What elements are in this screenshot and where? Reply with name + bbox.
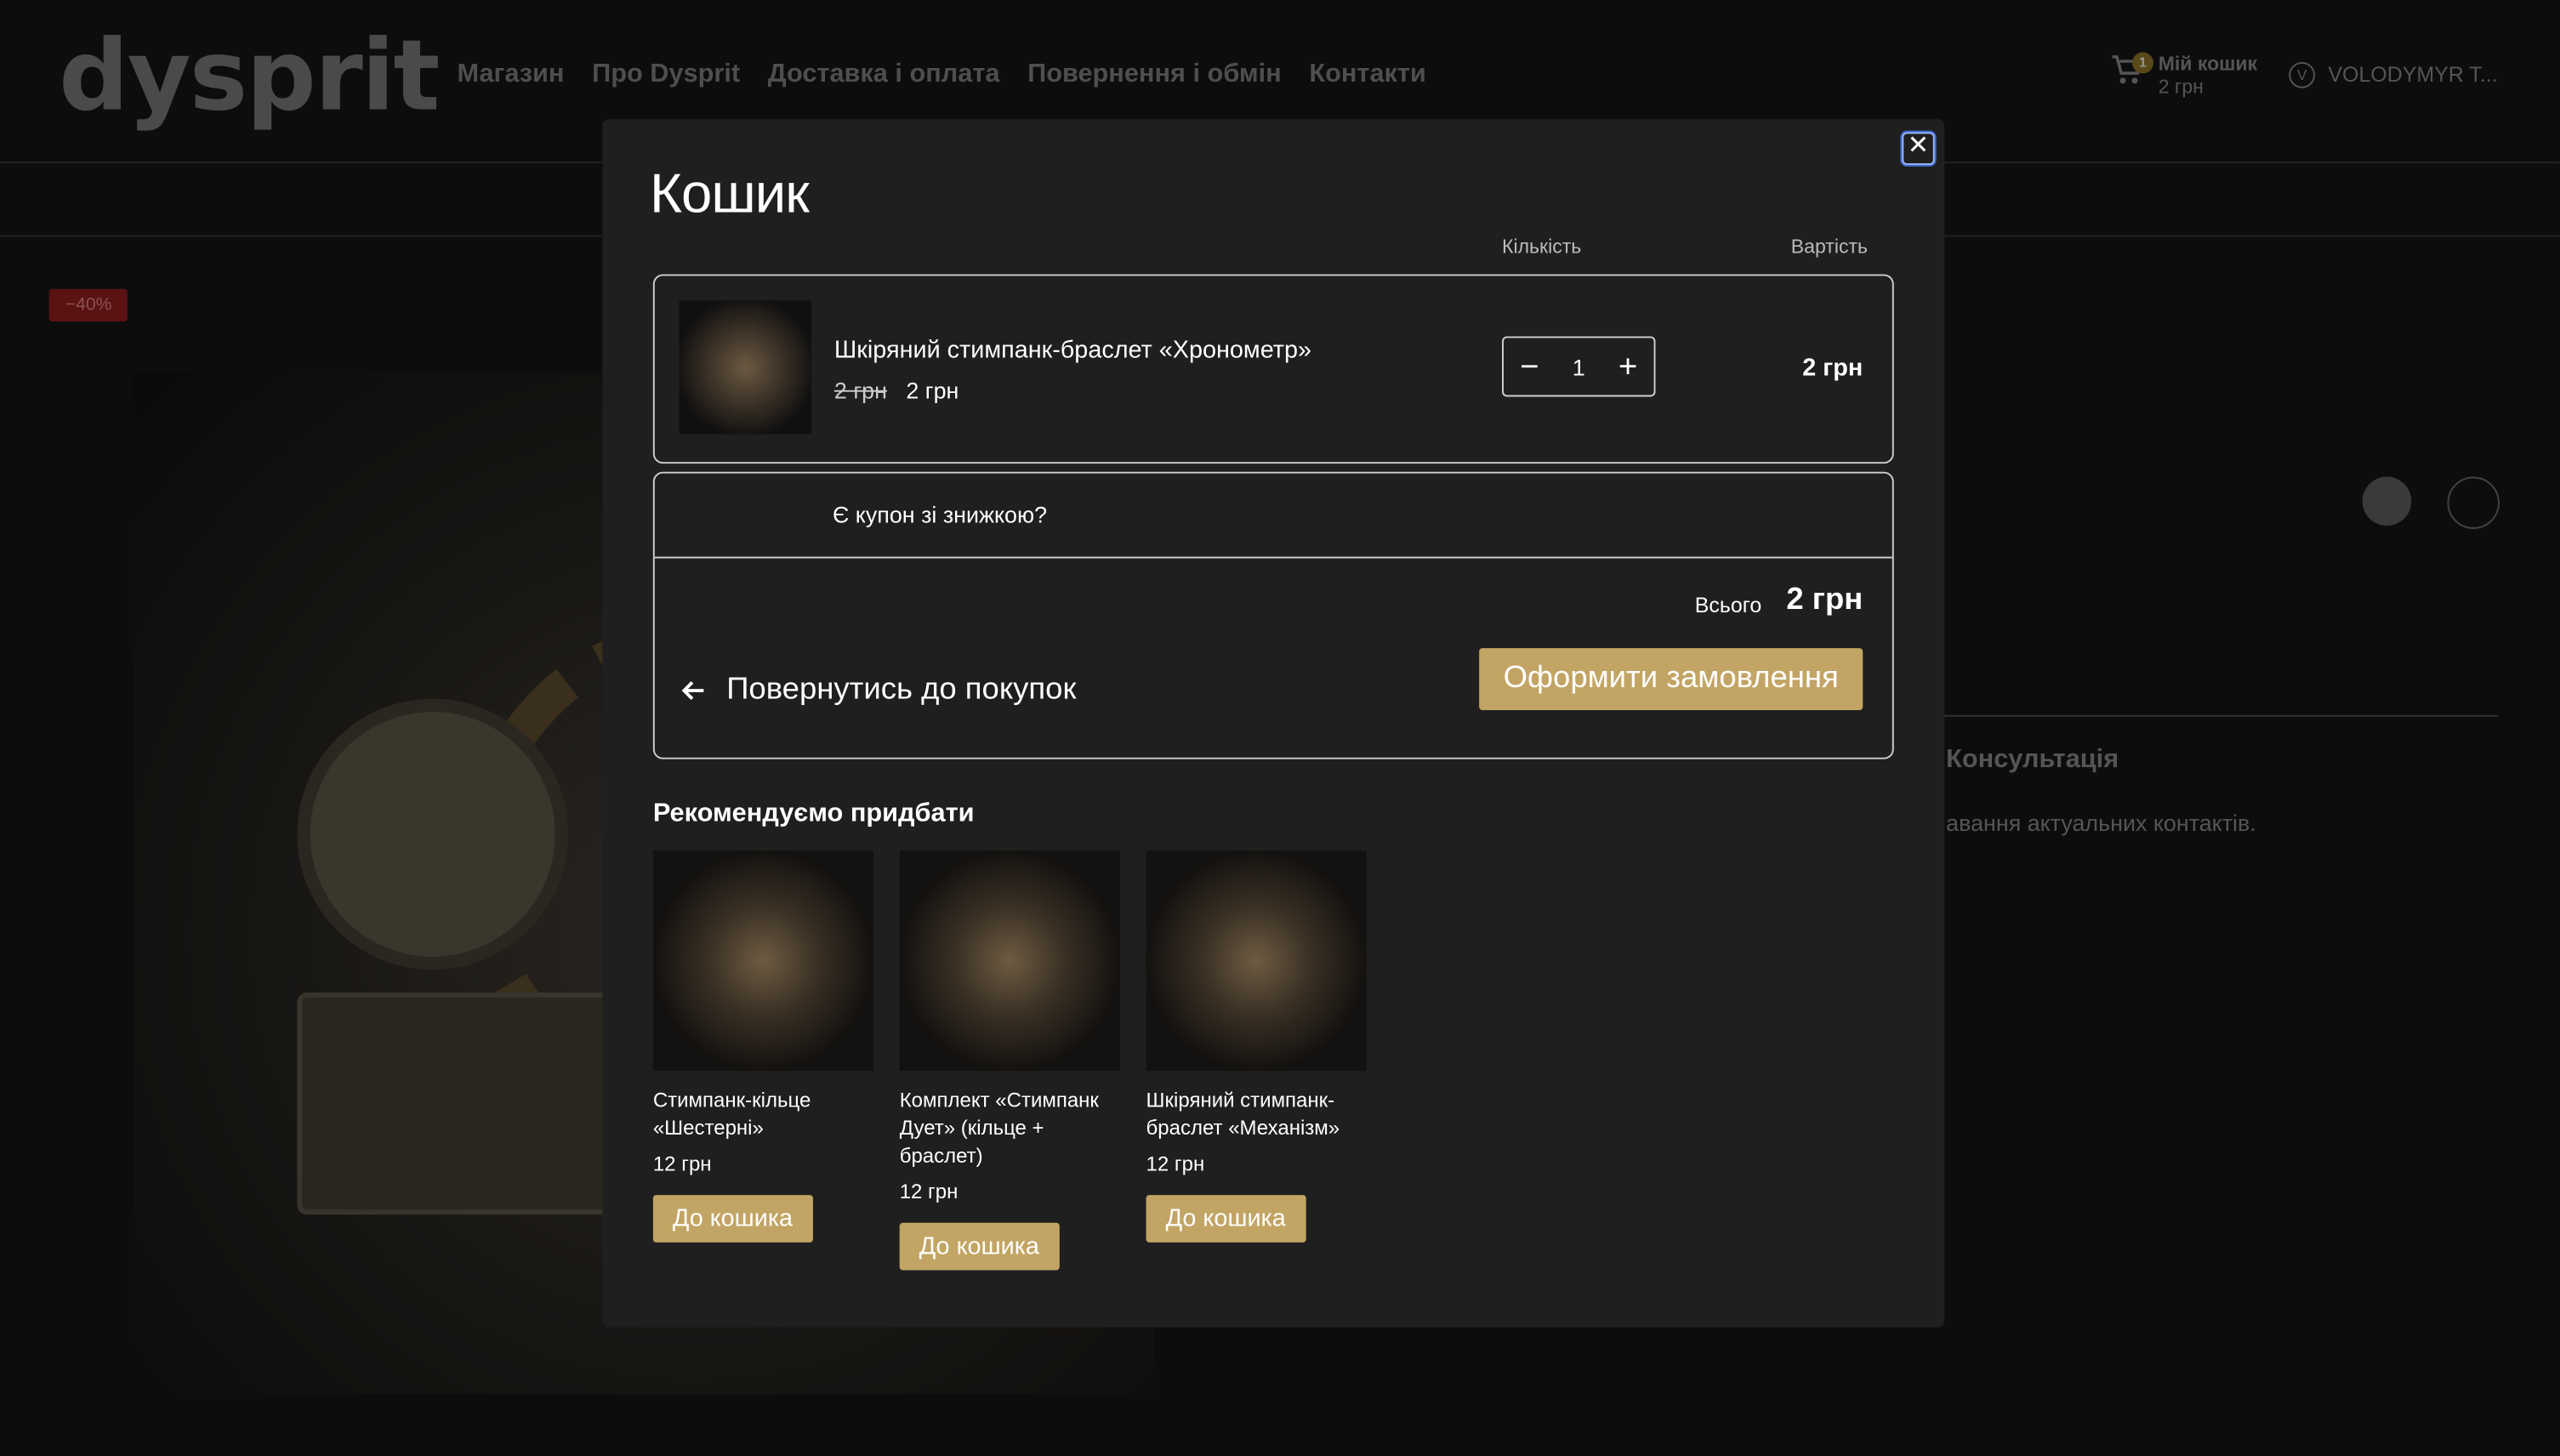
checkout-button[interactable]: Оформити замовлення — [1479, 648, 1863, 711]
nav-about[interactable]: Про Dysprit — [592, 60, 740, 90]
recommendations-title: Рекомендуємо придбати — [652, 799, 975, 828]
cart-label: Мій кошик — [2158, 52, 2258, 76]
cart-item: Шкіряний стимпанк-браслет «Хронометр» 2 … — [652, 274, 1894, 464]
recommended-product: Стимпанк-кільце «Шестерні» 12 грн До кош… — [652, 850, 873, 1243]
divider — [654, 556, 1892, 559]
arrow-left-icon — [681, 681, 704, 700]
add-to-cart-button[interactable]: До кошика — [652, 1195, 813, 1243]
recommended-product-price: 12 грн — [652, 1152, 712, 1176]
recommended-product-image[interactable] — [899, 850, 1120, 1072]
recommended-product-price: 12 грн — [899, 1180, 959, 1203]
recommended-product-name[interactable]: Стимпанк-кільце «Шестерні» — [653, 1087, 873, 1142]
add-to-cart-button[interactable]: До кошика — [1146, 1195, 1306, 1243]
total-label: Всього — [1694, 592, 1762, 617]
divider — [1943, 714, 2498, 717]
minus-icon[interactable]: − — [1520, 350, 1539, 383]
sale-badge: −40% — [48, 288, 128, 322]
quantity-stepper: − 1 + — [1502, 336, 1656, 397]
cart-summary: Є купон зі знижкою? Всього 2 грн Поверну… — [652, 471, 1894, 759]
qty-column-header: Кількість — [1502, 235, 1582, 259]
price-column-header: Вартість — [1790, 235, 1869, 259]
recommended-product: Комплект «Стимпанк Дует» (кільце + брасл… — [899, 850, 1120, 1271]
close-icon[interactable]: ✕ — [1902, 132, 1935, 165]
nav-shop[interactable]: Магазин — [457, 60, 564, 90]
site-logo[interactable]: dysprit — [59, 20, 440, 134]
nav-contacts[interactable]: Контакти — [1309, 60, 1425, 90]
add-to-cart-button[interactable]: До кошика — [899, 1222, 1059, 1271]
recommended-product-name[interactable]: Комплект «Стимпанк Дует» (кільце + брасл… — [900, 1087, 1120, 1170]
total-value: 2 грн — [1786, 583, 1863, 617]
recommended-product: Шкіряний стимпанк-браслет «Механізм» 12 … — [1146, 850, 1367, 1243]
check-icon[interactable] — [2362, 476, 2412, 526]
cart-item-price: 2 грн — [906, 377, 959, 404]
recommended-product-name[interactable]: Шкіряний стимпанк-браслет «Механізм» — [1146, 1087, 1367, 1142]
recommended-product-image[interactable] — [652, 850, 873, 1072]
nav-delivery[interactable]: Доставка і оплата — [768, 60, 1000, 90]
consult-title: Консультація — [1946, 746, 2119, 774]
cart-count-badge: 1 — [2131, 52, 2153, 74]
consult-text: авання актуальних контактів. — [1946, 810, 2256, 836]
modal-title: Кошик — [650, 162, 810, 225]
heart-icon[interactable] — [2447, 476, 2500, 529]
coupon-toggle[interactable]: Є купон зі знижкою? — [833, 501, 1047, 527]
gauge-shape — [297, 698, 569, 970]
plus-icon[interactable]: + — [1618, 350, 1637, 383]
recommended-product-image[interactable] — [1146, 850, 1367, 1072]
user-name: VOLODYMYR T... — [2328, 61, 2498, 87]
quantity-value[interactable]: 1 — [1573, 354, 1585, 380]
cart-item-name[interactable]: Шкіряний стимпанк-браслет «Хронометр» — [834, 336, 1311, 364]
cart-item-thumbnail[interactable] — [679, 300, 812, 435]
main-nav: Магазин Про Dysprit Доставка і оплата По… — [457, 60, 1425, 90]
cart-modal: ✕ Кошик Кількість Вартість Шкіряний стим… — [602, 119, 1945, 1328]
recommended-product-price: 12 грн — [1146, 1152, 1205, 1176]
user-menu[interactable]: V VOLODYMYR T... — [2289, 61, 2498, 88]
nav-returns[interactable]: Повернення і обмін — [1027, 60, 1282, 90]
back-to-shopping-link[interactable]: Повернутись до покупок — [680, 673, 1076, 708]
user-avatar: V — [2289, 61, 2315, 88]
cart-item-old-price: 2 грн — [833, 377, 887, 404]
cart-item-total: 2 грн — [1802, 354, 1863, 383]
header-cart[interactable]: 1 Мій кошик 2 грн — [2109, 52, 2257, 98]
cart-amount: 2 грн — [2158, 75, 2204, 99]
back-label: Повернутись до покупок — [726, 672, 1077, 708]
